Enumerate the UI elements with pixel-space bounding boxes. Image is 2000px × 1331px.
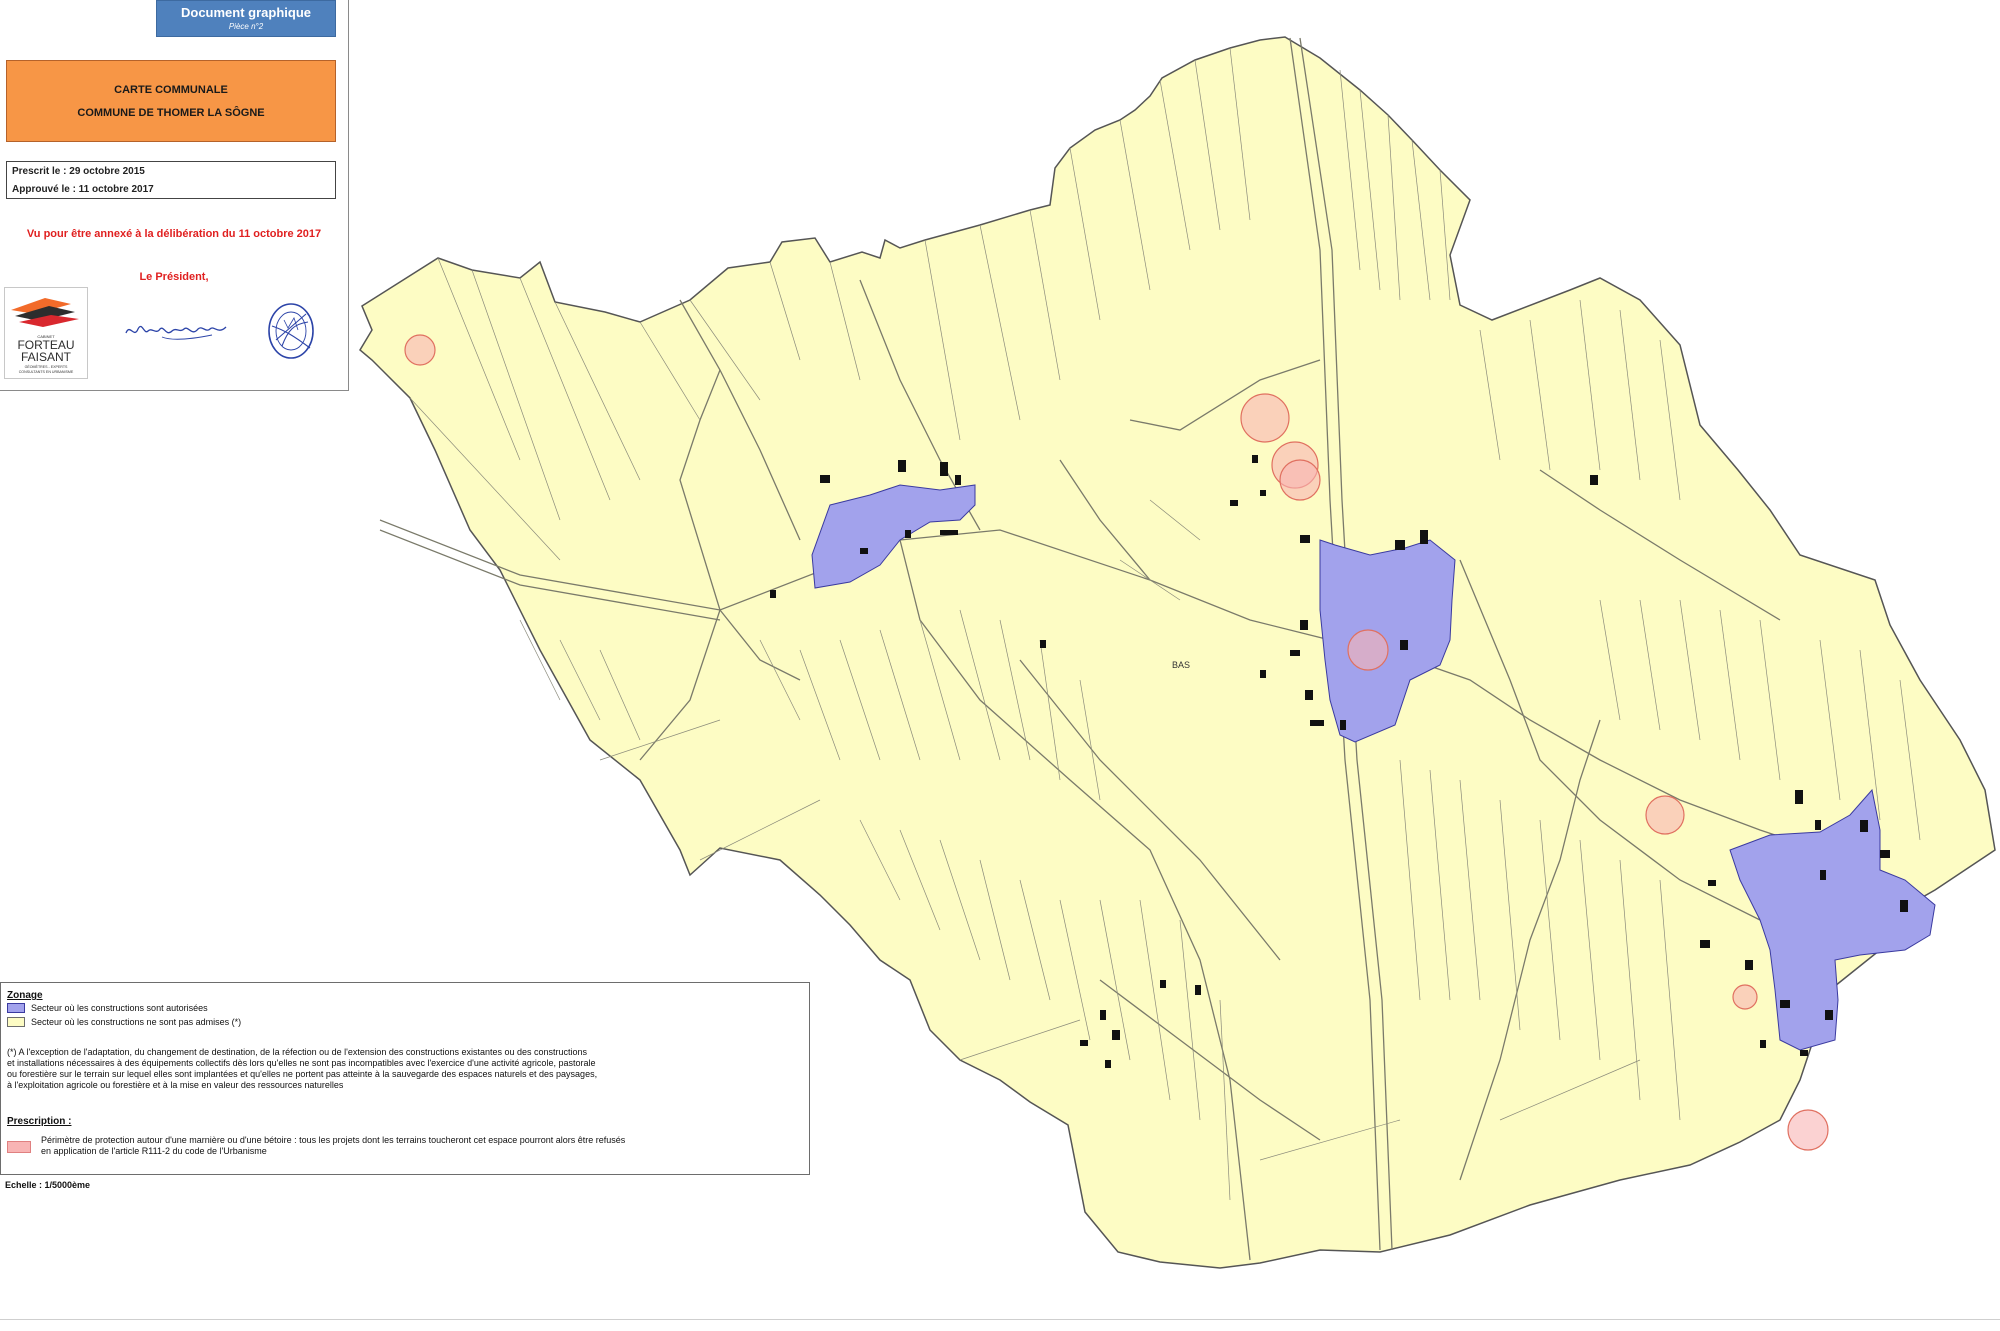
prescription-heading: Prescription :	[7, 1116, 72, 1127]
approved-date: Approuvé le : 11 octobre 2017	[12, 184, 154, 195]
map-scale: Echelle : 1/5000ème	[5, 1180, 91, 1190]
piece-number: Pièce n°2	[228, 22, 264, 31]
map-legend: Zonage Secteur où les constructions sont…	[0, 982, 810, 1175]
map-type-title: CARTE COMMUNALE	[114, 84, 228, 96]
authorized-label: Secteur où les constructions sont autori…	[31, 1003, 208, 1013]
not-allowed-swatch	[7, 1017, 25, 1027]
annex-note: Vu pour être annexé à la délibération du…	[26, 228, 322, 240]
document-label: Document graphique Pièce n°2	[156, 0, 336, 37]
authorized-swatch	[7, 1003, 25, 1013]
official-seal	[264, 300, 318, 367]
zonage-heading: Zonage	[7, 990, 43, 1001]
document-graphic-title: Document graphique	[180, 5, 311, 20]
prescribed-date: Prescrit le : 29 octobre 2015	[12, 166, 145, 177]
title-box: CARTE COMMUNALE COMMUNE DE THOMER LA SÔG…	[6, 60, 336, 142]
logo-tagline-2: CONSULTANTS EN URBANISME	[19, 370, 74, 374]
not-allowed-label: Secteur où les constructions ne sont pas…	[31, 1017, 242, 1027]
dates-box: Prescrit le : 29 octobre 2015 Approuvé l…	[6, 161, 336, 199]
legend-footnote: (*) A l'exception de l'adaptation, du ch…	[7, 1047, 598, 1090]
map-label-village: BAS	[1172, 660, 1190, 670]
logo-word-2: FAISANT	[21, 350, 72, 364]
protection-swatch	[7, 1141, 31, 1153]
commune-name: COMMUNE DE THOMER LA SÔGNE	[77, 107, 265, 119]
bottom-divider	[0, 1319, 2000, 1320]
handwritten-signature	[122, 315, 232, 350]
logo-tagline-1: GÉOMÈTRES - EXPERTS	[25, 364, 68, 369]
prescription-text: Périmètre de protection autour d'une mar…	[41, 1135, 626, 1156]
company-logo: CABINET FORTEAU FAISANT GÉOMÈTRES - EXPE…	[4, 287, 88, 379]
signatory-title: Le Président,	[139, 271, 209, 283]
